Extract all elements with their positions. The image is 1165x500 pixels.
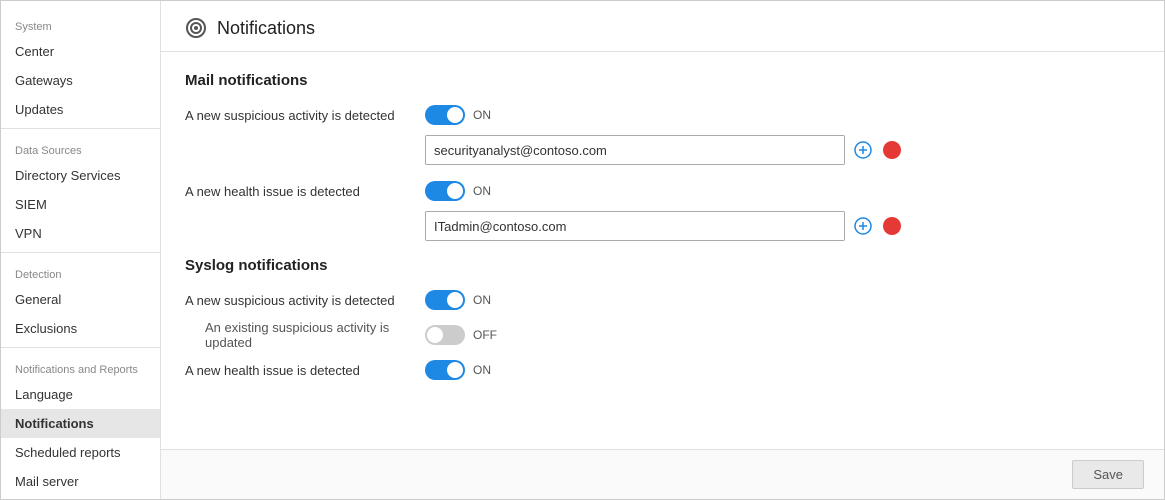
syslog-toggle-1-label: ON — [473, 293, 501, 307]
mail-row-1-label: A new suspicious activity is detected — [185, 108, 415, 123]
mail-toggle-1[interactable] — [425, 105, 465, 125]
mail-email-input-2[interactable] — [425, 211, 845, 241]
mail-email-input-1[interactable] — [425, 135, 845, 165]
sidebar-item-gateways[interactable]: Gateways — [1, 66, 160, 95]
mail-toggle-1-label: ON — [473, 108, 501, 122]
syslog-row-3: A new health issue is detected ON — [185, 360, 1140, 380]
sidebar-item-general[interactable]: General — [1, 285, 160, 314]
page-title: Notifications — [217, 18, 315, 39]
save-button[interactable]: Save — [1072, 460, 1144, 489]
syslog-toggle-2[interactable] — [425, 325, 465, 345]
sidebar-divider-2 — [1, 347, 160, 348]
sidebar-item-updates[interactable]: Updates — [1, 95, 160, 124]
syslog-toggle-2-label: OFF — [473, 328, 501, 342]
sidebar-item-directory-services[interactable]: Directory Services — [1, 161, 160, 190]
syslog-row-2: An existing suspicious activity isupdate… — [185, 320, 1140, 350]
sidebar-section-3: Notifications and Reports — [1, 352, 160, 380]
mail-toggle-1-container: ON — [425, 105, 501, 125]
sidebar-item-center[interactable]: Center — [1, 37, 160, 66]
page-header: Notifications — [161, 1, 1164, 52]
syslog-row-3-label: A new health issue is detected — [185, 363, 415, 378]
sidebar-item-notifications[interactable]: Notifications — [1, 409, 160, 438]
syslog-section-title: Syslog notifications — [185, 257, 1140, 274]
mail-toggle-2-container: ON — [425, 181, 501, 201]
syslog-toggle-3[interactable] — [425, 360, 465, 380]
sidebar-item-scheduled-reports[interactable]: Scheduled reports — [1, 438, 160, 467]
sidebar-section-2: Detection — [1, 257, 160, 285]
sidebar: SystemCenterGatewaysUpdatesData SourcesD… — [1, 1, 161, 499]
sidebar-item-language[interactable]: Language — [1, 380, 160, 409]
syslog-toggle-2-container: OFF — [425, 325, 501, 345]
sidebar-item-vpn[interactable]: VPN — [1, 219, 160, 248]
mail-row-2-label: A new health issue is detected — [185, 184, 415, 199]
mail-toggle-2-label: ON — [473, 184, 501, 198]
mail-row-1: A new suspicious activity is detected ON — [185, 105, 1140, 125]
sidebar-item-syslog-server[interactable]: Syslog server — [1, 496, 160, 499]
mail-delete-email-btn-1[interactable] — [883, 141, 901, 159]
syslog-toggle-1[interactable] — [425, 290, 465, 310]
mail-row-2: A new health issue is detected ON — [185, 181, 1140, 201]
sidebar-section-1: Data Sources — [1, 133, 160, 161]
page-body: Mail notifications A new suspicious acti… — [161, 52, 1164, 449]
mail-email-row-2 — [425, 211, 1140, 241]
page-footer: Save — [161, 449, 1164, 499]
mail-toggle-2[interactable] — [425, 181, 465, 201]
sidebar-divider-1 — [1, 252, 160, 253]
mail-add-email-btn-2[interactable] — [849, 212, 877, 240]
notifications-icon — [185, 17, 207, 39]
mail-delete-email-btn-2[interactable] — [883, 217, 901, 235]
syslog-row-1: A new suspicious activity is detected ON — [185, 290, 1140, 310]
sidebar-item-siem[interactable]: SIEM — [1, 190, 160, 219]
syslog-toggle-3-label: ON — [473, 363, 501, 377]
sidebar-section-0: System — [1, 9, 160, 37]
mail-add-email-btn-1[interactable] — [849, 136, 877, 164]
app-container: SystemCenterGatewaysUpdatesData SourcesD… — [0, 0, 1165, 500]
sidebar-item-mail-server[interactable]: Mail server — [1, 467, 160, 496]
syslog-row-1-label: A new suspicious activity is detected — [185, 293, 415, 308]
syslog-toggle-3-container: ON — [425, 360, 501, 380]
mail-email-row-1 — [425, 135, 1140, 165]
mail-notifications-section: Mail notifications A new suspicious acti… — [185, 72, 1140, 241]
syslog-row-2-label: An existing suspicious activity isupdate… — [185, 320, 415, 350]
sidebar-item-exclusions[interactable]: Exclusions — [1, 314, 160, 343]
syslog-toggle-1-container: ON — [425, 290, 501, 310]
main-content: Notifications Mail notifications A new s… — [161, 1, 1164, 499]
syslog-notifications-section: Syslog notifications A new suspicious ac… — [185, 257, 1140, 380]
mail-section-title: Mail notifications — [185, 72, 1140, 89]
sidebar-divider-0 — [1, 128, 160, 129]
